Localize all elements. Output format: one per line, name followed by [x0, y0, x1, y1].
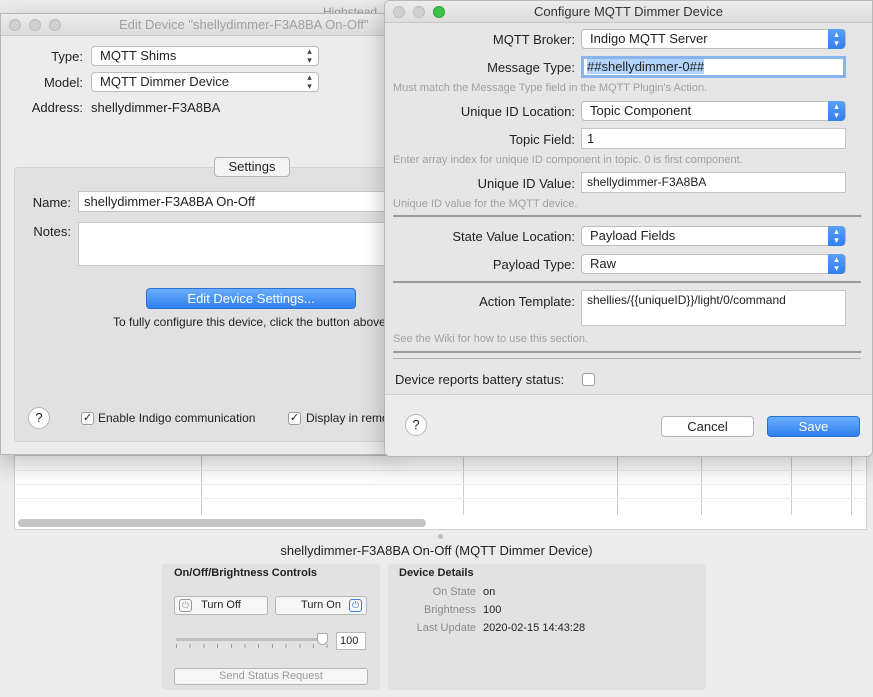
- details-panel: Device Details On State on Brightness 10…: [388, 564, 706, 690]
- details-title: Device Details: [399, 567, 474, 579]
- uid-value-label: Unique ID Value:: [477, 176, 575, 191]
- name-label: Name:: [32, 195, 71, 210]
- battery-checkbox[interactable]: [582, 373, 595, 386]
- help-button[interactable]: ?: [28, 407, 50, 429]
- help-button[interactable]: ?: [405, 414, 427, 436]
- horizontal-scrollbar[interactable]: [18, 519, 426, 527]
- slider-thumb[interactable]: [317, 633, 328, 645]
- scroll-bottom-edge: [385, 394, 872, 395]
- type-select[interactable]: MQTT Shims ▴ ▾: [91, 46, 319, 66]
- uid-value-input[interactable]: shellydimmer-F3A8BA: [581, 172, 846, 193]
- edit-device-title: Edit Device "shellydimmer-F3A8BA On-Off": [119, 17, 369, 32]
- updown-chevron-icon: ▴ ▾: [828, 101, 845, 121]
- updown-chevron-icon: ▴ ▾: [307, 72, 312, 91]
- uid-location-select[interactable]: Topic Component ▴ ▾: [581, 101, 846, 121]
- minimize-window-icon[interactable]: [29, 19, 41, 31]
- payload-type-select-value: Raw: [590, 256, 617, 271]
- edit-device-window: Edit Device "shellydimmer-F3A8BA On-Off"…: [0, 13, 392, 455]
- cancel-button[interactable]: Cancel: [661, 416, 754, 437]
- battery-label: Device reports battery status:: [395, 372, 565, 387]
- power-off-icon: ⏻: [179, 599, 192, 612]
- turn-on-label: Turn On: [301, 599, 341, 611]
- wiki-hint: See the Wiki for how to use this section…: [393, 333, 589, 345]
- edit-device-settings-button[interactable]: Edit Device Settings...: [146, 288, 356, 309]
- device-title: shellydimmer-F3A8BA On-Off (MQTT Dimmer …: [280, 543, 593, 558]
- minimize-window-icon[interactable]: [413, 6, 425, 18]
- configure-title: Configure MQTT Dimmer Device: [533, 4, 724, 19]
- uid-location-select-value: Topic Component: [590, 103, 692, 118]
- save-button[interactable]: Save: [767, 416, 860, 437]
- zoom-window-icon[interactable]: [433, 6, 445, 18]
- payload-type-label: Payload Type:: [492, 257, 575, 272]
- uid-location-label: Unique ID Location:: [460, 104, 575, 119]
- power-on-icon: ⏻: [349, 599, 362, 612]
- close-window-icon[interactable]: [393, 6, 405, 18]
- updown-chevron-icon: ▴ ▾: [828, 226, 845, 246]
- topic-field-label: Topic Field:: [509, 132, 575, 147]
- send-status-button[interactable]: Send Status Request: [174, 668, 368, 685]
- address-label: Address:: [31, 100, 83, 115]
- notes-label: Notes:: [33, 224, 71, 239]
- model-select[interactable]: MQTT Dimmer Device ▴ ▾: [91, 72, 319, 92]
- state-location-select-value: Payload Fields: [590, 228, 676, 243]
- controls-panel: On/Off/Brightness Controls ⏻ Turn Off Tu…: [162, 564, 380, 690]
- detail-label-brightness: Brightness: [424, 604, 476, 616]
- turn-off-label: Turn Off: [201, 599, 241, 611]
- display-remote-checkbox[interactable]: ✓: [288, 412, 301, 425]
- display-remote-label: Display in remote: [306, 411, 392, 425]
- topic-field-hint: Enter array index for unique ID componen…: [393, 154, 743, 166]
- split-handle[interactable]: [438, 534, 443, 539]
- detail-value-brightness: 100: [483, 604, 502, 616]
- tab-settings[interactable]: Settings: [214, 157, 290, 177]
- detail-label-on-state: On State: [432, 586, 476, 598]
- broker-label: MQTT Broker:: [492, 32, 575, 47]
- model-label: Model:: [43, 75, 83, 90]
- updown-chevron-icon: ▴ ▾: [828, 254, 845, 274]
- turn-on-button[interactable]: Turn On ⏻: [275, 596, 367, 615]
- configure-titlebar[interactable]: Configure MQTT Dimmer Device: [385, 1, 872, 23]
- message-type-value: ##shellydimmer-0##: [587, 59, 705, 74]
- detail-value-on-state: on: [483, 586, 496, 598]
- topic-field-input[interactable]: 1: [581, 128, 846, 149]
- enable-comm-checkbox[interactable]: ✓: [81, 412, 94, 425]
- type-select-value: MQTT Shims: [100, 48, 177, 63]
- action-template-label: Action Template:: [479, 294, 575, 309]
- state-location-select[interactable]: Payload Fields ▴ ▾: [581, 226, 846, 246]
- broker-select-value: Indigo MQTT Server: [590, 31, 708, 46]
- detail-label-last-update: Last Update: [416, 622, 476, 634]
- separator: [393, 215, 861, 217]
- separator: [393, 351, 861, 353]
- updown-chevron-icon: ▴ ▾: [307, 46, 312, 65]
- type-label: Type:: [51, 49, 83, 64]
- separator: [393, 358, 861, 359]
- separator: [393, 281, 861, 283]
- brightness-slider[interactable]: [176, 633, 328, 648]
- controls-title: On/Off/Brightness Controls: [174, 567, 317, 579]
- turn-off-button[interactable]: ⏻ Turn Off: [174, 596, 268, 615]
- close-window-icon[interactable]: [9, 19, 21, 31]
- message-type-input[interactable]: ##shellydimmer-0##: [581, 56, 846, 78]
- uid-value-hint: Unique ID value for the MQTT device.: [393, 198, 578, 210]
- broker-select[interactable]: Indigo MQTT Server ▴ ▾: [581, 29, 846, 49]
- name-input[interactable]: shellydimmer-F3A8BA On-Off: [78, 191, 391, 212]
- configure-hint: To fully configure this device, click th…: [113, 315, 386, 329]
- notes-textarea[interactable]: [78, 222, 391, 266]
- message-type-label: Message Type:: [487, 60, 575, 75]
- configure-window: Configure MQTT Dimmer Device MQTT Broker…: [384, 0, 873, 457]
- brightness-value-field[interactable]: 100: [336, 632, 366, 650]
- address-value: shellydimmer-F3A8BA: [91, 100, 221, 115]
- payload-type-select[interactable]: Raw ▴ ▾: [581, 254, 846, 274]
- action-template-textarea[interactable]: shellies/{{uniqueID}}/light/0/command: [581, 290, 846, 326]
- state-location-label: State Value Location:: [452, 229, 575, 244]
- updown-chevron-icon: ▴ ▾: [828, 29, 845, 49]
- enable-comm-label: Enable Indigo communication: [98, 411, 256, 425]
- edit-device-titlebar[interactable]: Edit Device "shellydimmer-F3A8BA On-Off": [1, 14, 391, 36]
- model-select-value: MQTT Dimmer Device: [100, 74, 230, 89]
- message-type-hint: Must match the Message Type field in the…: [393, 82, 708, 94]
- detail-value-last-update: 2020-02-15 14:43:28: [483, 622, 586, 634]
- zoom-window-icon[interactable]: [49, 19, 61, 31]
